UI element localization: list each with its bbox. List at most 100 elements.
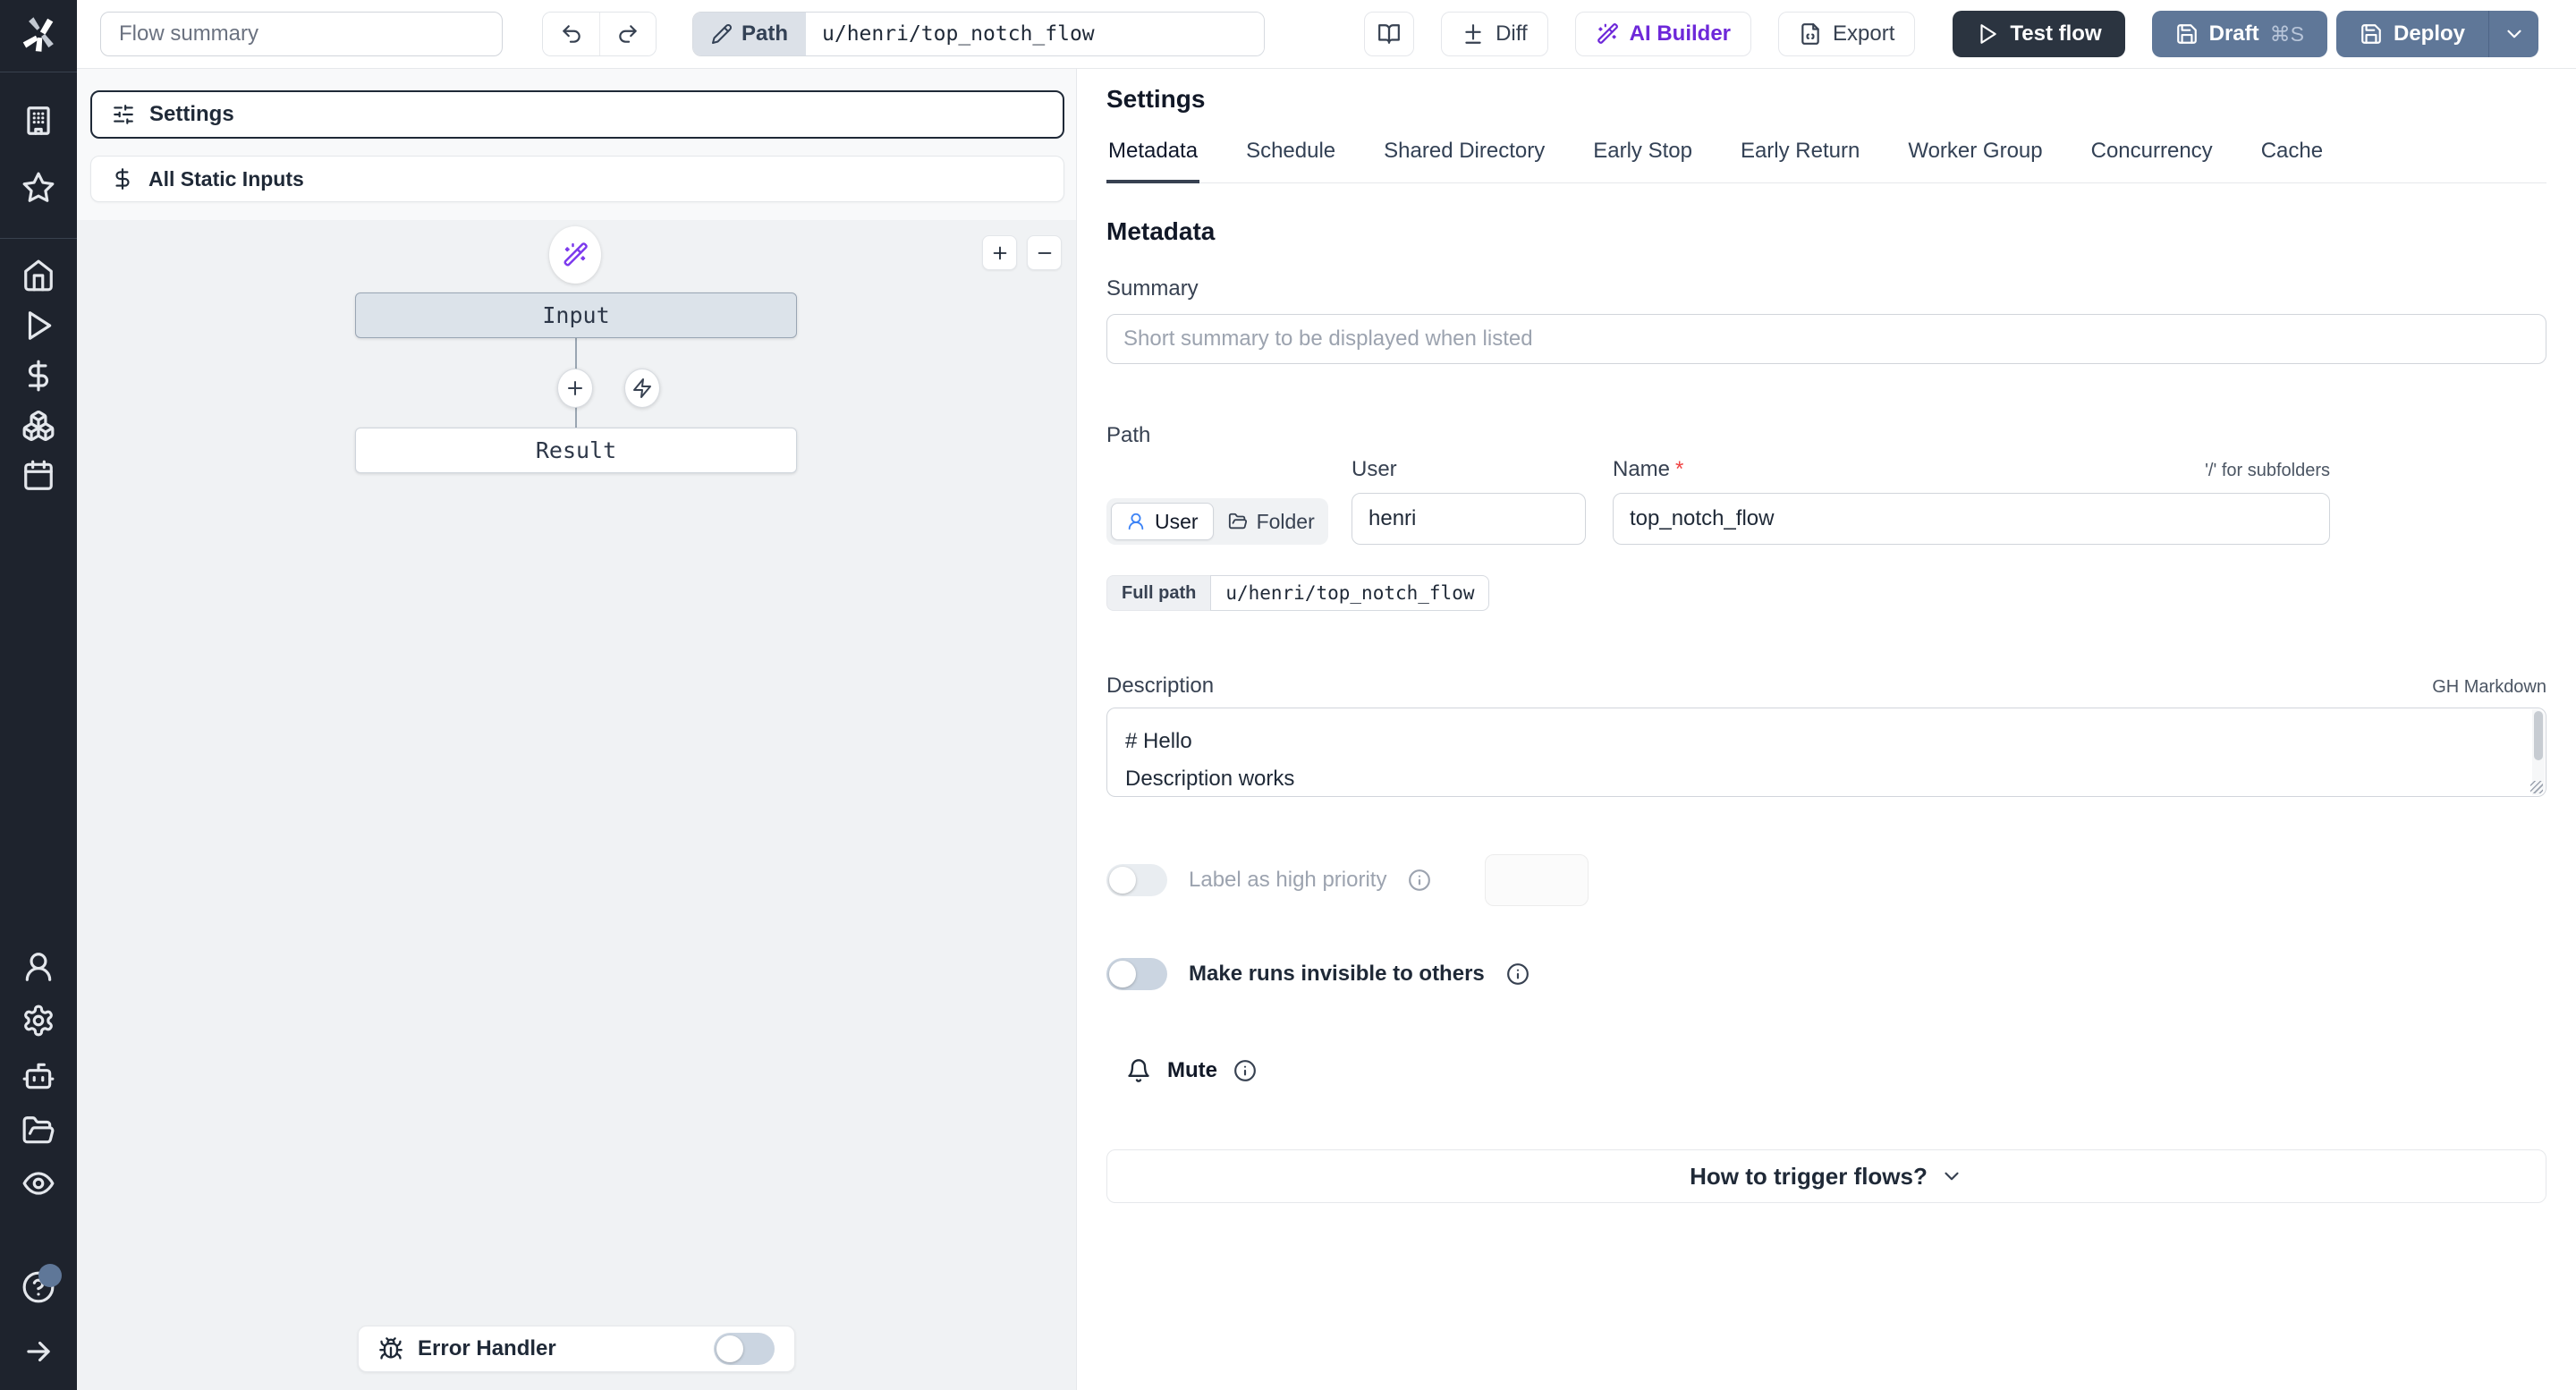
save-icon xyxy=(2361,24,2381,44)
full-path-value: u/henri/top_notch_flow xyxy=(1210,575,1490,611)
error-handler-card[interactable]: Error Handler xyxy=(358,1326,795,1372)
tab-schedule[interactable]: Schedule xyxy=(1244,131,1337,182)
sliders-icon xyxy=(114,105,133,124)
wand-icon xyxy=(1597,23,1618,44)
path-input[interactable] xyxy=(806,13,1265,55)
variables-dollar-icon[interactable] xyxy=(21,359,55,393)
home-icon[interactable] xyxy=(21,259,55,292)
result-node[interactable]: Result xyxy=(355,428,797,473)
flow-settings-card-label: Settings xyxy=(149,102,234,126)
info-icon[interactable] xyxy=(1233,1059,1257,1082)
name-field: Name * '/' for subfolders xyxy=(1613,457,2330,545)
ai-flow-wand-button[interactable] xyxy=(549,226,601,284)
draft-button[interactable]: Draft ⌘S xyxy=(2151,11,2327,57)
tab-shared-directory[interactable]: Shared Directory xyxy=(1382,131,1546,182)
schedules-calendar-icon[interactable] xyxy=(21,459,55,493)
undo-icon xyxy=(562,25,580,43)
description-textarea[interactable]: # Hello Description works xyxy=(1106,708,2546,797)
owner-kind-folder-option[interactable]: Folder xyxy=(1214,503,1329,540)
path-button-label: Path xyxy=(741,21,789,46)
chevron-down-icon xyxy=(1945,1172,1959,1181)
bell-icon xyxy=(1128,1059,1149,1082)
tab-cache[interactable]: Cache xyxy=(2259,131,2325,182)
draft-label: Draft xyxy=(2208,21,2259,46)
app-root: Path Diff AI Builder Export xyxy=(0,0,2576,1390)
full-path-badge: Full path xyxy=(1106,575,1211,611)
favorites-star-icon[interactable] xyxy=(21,171,55,205)
ai-builder-button[interactable]: AI Builder xyxy=(1574,12,1752,56)
flow-graph-canvas[interactable]: Input Result Error Handler xyxy=(77,220,1076,1390)
tab-early-return[interactable]: Early Return xyxy=(1739,131,1861,182)
settings-gear-icon[interactable] xyxy=(21,1004,55,1038)
windmill-logo[interactable] xyxy=(18,13,59,55)
ai-builder-label: AI Builder xyxy=(1629,21,1732,46)
tab-concurrency[interactable]: Concurrency xyxy=(2089,131,2215,182)
info-icon[interactable] xyxy=(1506,962,1530,986)
required-asterisk: * xyxy=(1675,457,1684,481)
redo-button[interactable] xyxy=(599,13,656,55)
workers-robot-icon[interactable] xyxy=(21,1059,55,1093)
flow-summary-input[interactable] xyxy=(100,12,503,56)
help-icon[interactable] xyxy=(21,1264,62,1304)
path-button[interactable]: Path xyxy=(693,13,807,55)
dollar-icon xyxy=(115,168,130,190)
tab-early-stop[interactable]: Early Stop xyxy=(1591,131,1694,182)
settings-panel-title: Settings xyxy=(1106,85,1206,113)
name-input[interactable] xyxy=(1613,493,2330,545)
add-step-button[interactable] xyxy=(557,369,593,408)
how-to-trigger-collapsible[interactable]: How to trigger flows? xyxy=(1106,1149,2546,1203)
draft-shortcut: ⌘S xyxy=(2269,21,2304,46)
export-button[interactable]: Export xyxy=(1778,12,1916,56)
description-resize-handle[interactable] xyxy=(2530,781,2543,793)
minus-icon xyxy=(1038,251,1051,254)
tab-metadata[interactable]: Metadata xyxy=(1106,131,1200,183)
info-icon[interactable] xyxy=(1408,869,1431,892)
undo-button[interactable] xyxy=(543,13,599,55)
owner-kind-user-option[interactable]: User xyxy=(1111,503,1214,540)
chevron-down-icon xyxy=(2506,30,2521,38)
audit-eye-icon[interactable] xyxy=(21,1166,55,1200)
expand-sidebar-arrow-icon[interactable] xyxy=(21,1335,55,1369)
description-scrollbar-thumb[interactable] xyxy=(2534,711,2543,760)
input-node[interactable]: Input xyxy=(355,292,797,338)
sidebar xyxy=(0,0,77,1390)
diff-button[interactable]: Diff xyxy=(1441,12,1548,56)
mute-label: Mute xyxy=(1167,1058,1217,1082)
high-priority-toggle[interactable] xyxy=(1106,864,1167,896)
trigger-zap-button[interactable] xyxy=(624,369,660,408)
folders-icon[interactable] xyxy=(21,1114,55,1148)
deploy-button[interactable]: Deploy xyxy=(2335,11,2488,57)
zoom-out-button[interactable] xyxy=(1027,235,1062,270)
tab-worker-group[interactable]: Worker Group xyxy=(1906,131,2044,182)
description-header: Description GH Markdown xyxy=(1106,674,2546,699)
summary-input[interactable] xyxy=(1106,314,2546,364)
path-group: Path xyxy=(692,12,1266,56)
bug-icon xyxy=(379,1337,402,1360)
all-static-inputs-card[interactable]: All Static Inputs xyxy=(90,156,1064,202)
user-icon[interactable] xyxy=(21,950,55,984)
runs-play-icon[interactable] xyxy=(21,309,55,343)
invisible-runs-label: Make runs invisible to others xyxy=(1189,962,1485,986)
workspace-building-icon[interactable] xyxy=(21,104,55,138)
settings-tabs: Metadata Schedule Shared Directory Early… xyxy=(1106,131,2546,183)
play-icon xyxy=(1980,24,1997,44)
zoom-in-button[interactable] xyxy=(982,235,1017,270)
zap-icon xyxy=(633,378,651,398)
flow-settings-card[interactable]: Settings xyxy=(90,90,1064,139)
test-flow-button[interactable]: Test flow xyxy=(1953,11,2125,57)
resources-boxes-icon[interactable] xyxy=(21,409,55,443)
export-file-icon xyxy=(1801,23,1819,45)
undo-redo-group xyxy=(542,12,657,56)
sidebar-divider xyxy=(0,238,77,239)
docs-button[interactable] xyxy=(1364,12,1415,56)
priority-value-input xyxy=(1485,854,1589,906)
error-handler-toggle[interactable] xyxy=(714,1333,775,1365)
deploy-dropdown-button[interactable] xyxy=(2488,11,2538,57)
deploy-group: Deploy xyxy=(2335,11,2538,57)
description-label: Description xyxy=(1106,674,1215,698)
user-icon xyxy=(1128,513,1144,530)
user-input[interactable] xyxy=(1352,493,1586,545)
help-notification-badge xyxy=(38,1264,62,1287)
content: Settings All Static Inputs Input Result … xyxy=(77,69,2576,1390)
invisible-runs-toggle[interactable] xyxy=(1106,958,1167,990)
